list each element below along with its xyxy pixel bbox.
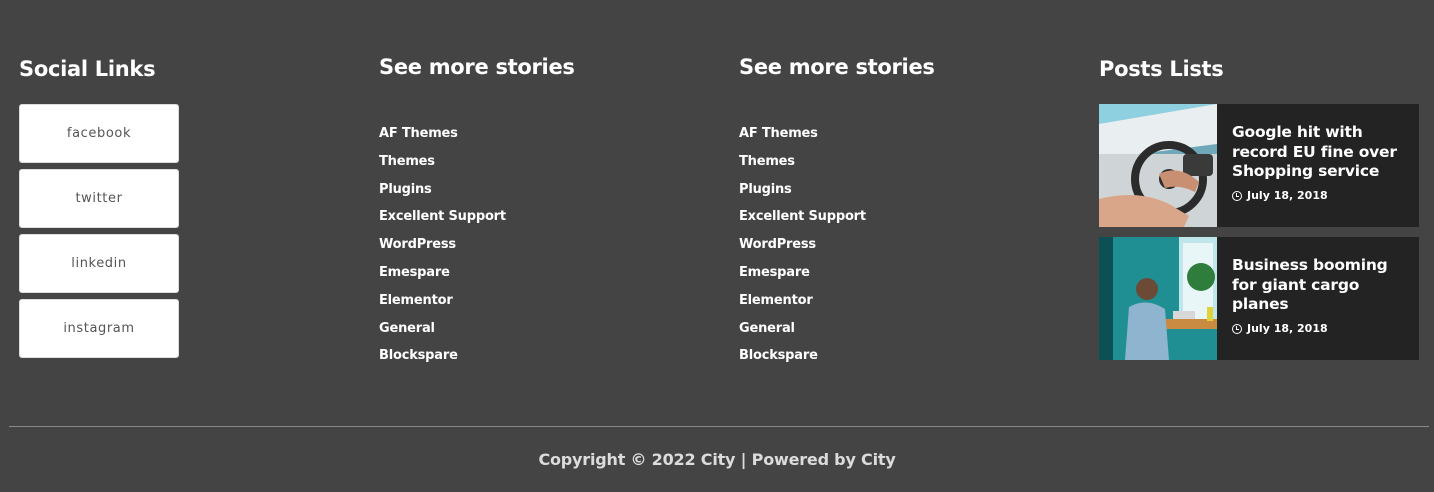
post-list: Google hit with record EU fine over Shop…	[1099, 104, 1419, 370]
stories-link[interactable]: Themes	[739, 154, 795, 169]
twitter-link[interactable]: twitter	[19, 169, 179, 228]
stories-links-1: AF Themes Themes Plugins Excellent Suppo…	[379, 122, 506, 372]
list-item: Blockspare	[739, 344, 866, 372]
social-links-title: Social Links	[19, 57, 156, 81]
stories-title-2: See more stories	[739, 55, 935, 79]
stories-link[interactable]: Elementor	[379, 293, 453, 308]
list-item: Themes	[739, 150, 866, 178]
post-title[interactable]: Google hit with record EU fine over Shop…	[1232, 123, 1407, 182]
post-date-text: July 18, 2018	[1247, 189, 1328, 203]
footer-divider	[9, 426, 1429, 427]
list-item: Excellent Support	[739, 205, 866, 233]
list-item: AF Themes	[379, 122, 506, 150]
post-thumbnail-boat[interactable]	[1099, 104, 1217, 227]
boat-photo-image	[1099, 104, 1217, 227]
list-item: Elementor	[739, 289, 866, 317]
stories-link[interactable]: Blockspare	[379, 348, 458, 363]
list-item: WordPress	[379, 233, 506, 261]
list-item: WordPress	[739, 233, 866, 261]
clock-icon	[1232, 323, 1242, 334]
office-photo-image	[1099, 237, 1217, 360]
list-item: Excellent Support	[379, 205, 506, 233]
stories-link[interactable]: WordPress	[379, 237, 456, 252]
list-item: Plugins	[379, 178, 506, 206]
post-title[interactable]: Business booming for giant cargo planes	[1232, 256, 1407, 315]
stories-link[interactable]: Excellent Support	[739, 209, 866, 224]
clock-icon	[1232, 190, 1242, 201]
stories-link[interactable]: Emespare	[739, 265, 810, 280]
list-item: Emespare	[379, 261, 506, 289]
stories-link[interactable]: Blockspare	[739, 348, 818, 363]
list-item: Themes	[379, 150, 506, 178]
post-date: July 18, 2018	[1232, 322, 1407, 335]
stories-link[interactable]: Excellent Support	[379, 209, 506, 224]
instagram-link[interactable]: instagram	[19, 299, 179, 358]
stories-title-1: See more stories	[379, 55, 575, 79]
linkedin-link[interactable]: linkedin	[19, 234, 179, 293]
post-item: Business booming for giant cargo planes …	[1099, 237, 1419, 360]
stories-link[interactable]: Plugins	[739, 182, 792, 197]
stories-link[interactable]: Elementor	[739, 293, 813, 308]
post-date: July 18, 2018	[1232, 189, 1407, 202]
footer-widgets: Social Links facebook twitter linkedin i…	[0, 0, 1434, 400]
post-thumbnail-office[interactable]	[1099, 237, 1217, 360]
stories-link[interactable]: AF Themes	[739, 126, 818, 141]
list-item: Plugins	[739, 178, 866, 206]
stories-link[interactable]: AF Themes	[379, 126, 458, 141]
post-body: Google hit with record EU fine over Shop…	[1217, 104, 1419, 227]
stories-link[interactable]: General	[379, 321, 435, 336]
facebook-link[interactable]: facebook	[19, 104, 179, 163]
post-item: Google hit with record EU fine over Shop…	[1099, 104, 1419, 227]
list-item: Emespare	[739, 261, 866, 289]
list-item: Blockspare	[379, 344, 506, 372]
list-item: Elementor	[379, 289, 506, 317]
list-item: General	[379, 317, 506, 345]
stories-link[interactable]: General	[739, 321, 795, 336]
stories-link[interactable]: Emespare	[379, 265, 450, 280]
stories-link[interactable]: WordPress	[739, 237, 816, 252]
list-item: AF Themes	[739, 122, 866, 150]
stories-links-2: AF Themes Themes Plugins Excellent Suppo…	[739, 122, 866, 372]
posts-list-title: Posts Lists	[1099, 57, 1224, 81]
stories-link[interactable]: Themes	[379, 154, 435, 169]
copyright-text: Copyright © 2022 City | Powered by City	[538, 450, 896, 469]
post-date-text: July 18, 2018	[1247, 322, 1328, 336]
list-item: General	[739, 317, 866, 345]
stories-link[interactable]: Plugins	[379, 182, 432, 197]
post-body: Business booming for giant cargo planes …	[1217, 237, 1419, 360]
social-links-list: facebook twitter linkedin instagram	[19, 104, 179, 364]
